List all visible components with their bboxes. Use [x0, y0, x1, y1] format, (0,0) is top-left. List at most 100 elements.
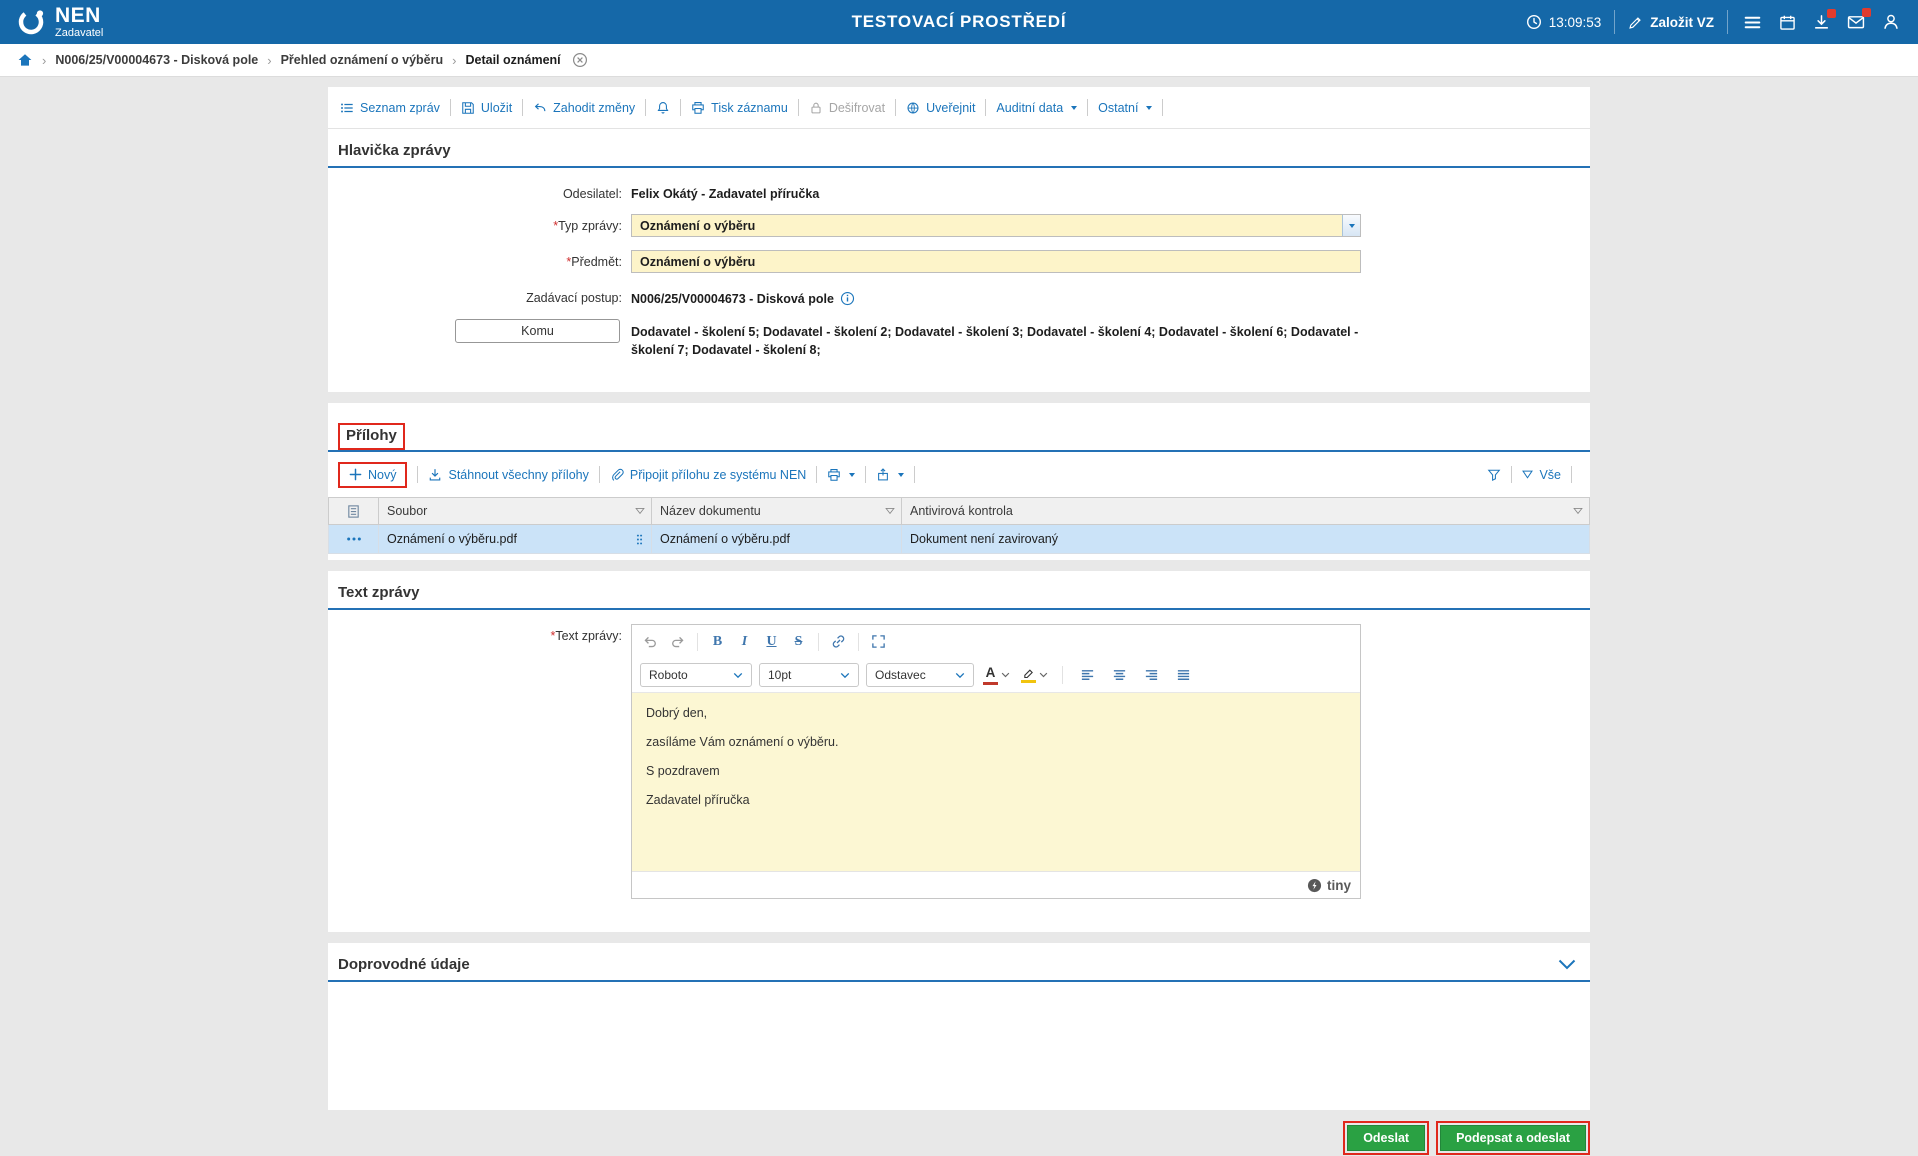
- auditni-data-button[interactable]: Auditní data: [994, 101, 1079, 115]
- section-title: Hlavička zprávy: [338, 142, 451, 159]
- messages-button[interactable]: [1845, 8, 1871, 33]
- bell-icon: [657, 101, 669, 114]
- watch-bell-button[interactable]: [654, 101, 672, 115]
- text-color-button[interactable]: A: [981, 664, 1012, 687]
- row-menu-icon[interactable]: [346, 536, 362, 542]
- block-format-select[interactable]: Odstavec: [866, 663, 974, 688]
- zadavaci-postup-label: Zadávací postup:: [526, 291, 622, 305]
- toolbar-separator: [1087, 99, 1089, 116]
- font-size-select[interactable]: 10pt: [759, 663, 859, 688]
- align-left-button[interactable]: [1075, 663, 1100, 688]
- column-header-antivirova-kontrola[interactable]: Antivirová kontrola: [901, 497, 1590, 526]
- calendar-icon: [1780, 15, 1795, 30]
- zahodit-zmeny-button[interactable]: Zahodit změny: [531, 101, 637, 115]
- toolbar-separator: [816, 466, 818, 484]
- column-header-nazev-dokumentu[interactable]: Název dokumentu: [651, 497, 902, 526]
- tisk-zaznamu-button[interactable]: Tisk záznamu: [689, 101, 790, 115]
- filter-button[interactable]: [1485, 468, 1503, 482]
- export-attachments-button[interactable]: [874, 468, 906, 482]
- editor-separator: [818, 632, 819, 651]
- attachment-row[interactable]: Oznámení o výběru.pdf Oznámení o výběru.…: [328, 524, 1590, 555]
- font-family-select[interactable]: Roboto: [640, 663, 752, 688]
- close-detail-button[interactable]: [572, 52, 588, 68]
- podepsat-a-odeslat-button[interactable]: Podepsat a odeslat: [1440, 1125, 1586, 1152]
- filter-vse-button[interactable]: Vše: [1520, 468, 1563, 482]
- strikethrough-button[interactable]: S: [786, 629, 811, 654]
- predmet-label: *Předmět:: [566, 255, 622, 269]
- attachments-toolbar: Nový Stáhnout všechny přílohy Připojit p…: [328, 452, 1590, 497]
- editor-content-area[interactable]: Dobrý den, zasíláme Vám oznámení o výběr…: [632, 693, 1360, 872]
- attachment-file-name: Oznámení o výběru.pdf: [387, 532, 517, 547]
- create-vz-label: Založit VZ: [1650, 14, 1714, 30]
- create-vz-button[interactable]: Založit VZ: [1628, 15, 1714, 30]
- align-center-button[interactable]: [1107, 663, 1132, 688]
- column-header-soubor[interactable]: Soubor: [378, 497, 652, 526]
- section-header-doprovodne: Doprovodné údaje: [328, 943, 1590, 983]
- drag-handle-icon[interactable]: [636, 533, 643, 546]
- uverejnit-button[interactable]: Uveřejnit: [904, 101, 977, 115]
- fullscreen-button[interactable]: [866, 629, 891, 654]
- plus-icon: [349, 468, 362, 481]
- italic-button[interactable]: I: [732, 629, 757, 654]
- toolbar-separator: [598, 466, 600, 484]
- pripojit-prilohu-button[interactable]: Připojit přílohu ze systému NEN: [608, 468, 808, 482]
- toolbar-separator: [914, 466, 916, 484]
- typ-zpravy-select[interactable]: Oznámení o výběru: [631, 214, 1361, 237]
- print-attachments-button[interactable]: [825, 468, 857, 482]
- nen-home-link[interactable]: NEN Zadavatel: [16, 5, 103, 39]
- server-time: 13:09:53: [1526, 14, 1601, 30]
- breadcrumb-separator: ›: [42, 52, 47, 68]
- caret-down-icon: [1071, 105, 1078, 110]
- odeslat-button[interactable]: Odeslat: [1347, 1125, 1426, 1152]
- breadcrumb-item-overview[interactable]: Přehled oznámení o výběru: [281, 53, 444, 67]
- filter-all-icon: [1522, 470, 1534, 479]
- user-button[interactable]: [1880, 11, 1902, 33]
- form-row-odesilatel: Odesilatel: Felix Okátý - Zadavatel přír…: [328, 182, 1590, 201]
- editor-toolbar-row-1: B I U S: [632, 625, 1360, 658]
- attachments-table-header-row: Soubor Název dokumentu Antivirová kontro…: [328, 497, 1590, 526]
- home-button[interactable]: [17, 52, 33, 68]
- export-icon: [878, 468, 889, 481]
- align-justify-button[interactable]: [1171, 663, 1196, 688]
- insert-link-button[interactable]: [826, 629, 851, 654]
- ulozit-button[interactable]: Uložit: [459, 101, 514, 115]
- column-filter-icon[interactable]: [635, 508, 645, 515]
- underline-icon: U: [766, 633, 777, 649]
- toolbar-separator: [417, 466, 419, 484]
- calendar-button[interactable]: [1777, 12, 1798, 33]
- stahnout-vsechny-prilohy-button[interactable]: Stáhnout všechny přílohy: [426, 468, 590, 482]
- undo-button[interactable]: [638, 629, 663, 654]
- underline-button[interactable]: U: [759, 629, 784, 654]
- messages-notification-badge: [1862, 8, 1871, 17]
- komu-button[interactable]: Komu: [455, 319, 620, 343]
- tiny-brand-label: tiny: [1326, 877, 1351, 893]
- column-filter-icon[interactable]: [1573, 508, 1583, 515]
- download-all-icon: [430, 468, 441, 481]
- select-arrow-button[interactable]: [1342, 215, 1360, 236]
- seznam-zprav-button[interactable]: Seznam zpráv: [338, 101, 442, 115]
- redo-button[interactable]: [665, 629, 690, 654]
- info-icon[interactable]: [840, 291, 855, 306]
- bold-button[interactable]: B: [705, 629, 730, 654]
- save-icon: [462, 101, 474, 114]
- column-settings-icon: [348, 505, 359, 518]
- brand-role: Zadavatel: [55, 27, 104, 39]
- editor-toolbar-row-2: Roboto 10pt Odstavec A: [632, 658, 1360, 694]
- predmet-input[interactable]: [631, 250, 1361, 273]
- chevron-down-icon: [1348, 223, 1355, 228]
- toolbar-separator: [1571, 466, 1572, 484]
- align-right-button[interactable]: [1139, 663, 1164, 688]
- ostatni-button[interactable]: Ostatní: [1096, 101, 1154, 115]
- form-row-zadavaci-postup: Zadávací postup: N006/25/V00004673 - Dis…: [328, 286, 1590, 306]
- breadcrumb-item-procedure[interactable]: N006/25/V00004673 - Disková pole: [55, 53, 258, 67]
- column-filter-icon[interactable]: [885, 508, 895, 515]
- highlight-color-button[interactable]: [1019, 665, 1050, 685]
- novy-button[interactable]: Nový: [338, 461, 408, 488]
- odesilatel-label: Odesilatel:: [562, 187, 622, 201]
- main-menu-button[interactable]: [1741, 11, 1764, 34]
- column-settings-header[interactable]: [328, 497, 379, 526]
- desifrovat-button: Dešifrovat: [807, 101, 887, 115]
- downloads-button[interactable]: [1811, 8, 1836, 33]
- section-collapse-button[interactable]: [1554, 959, 1580, 970]
- nen-logo-icon: [18, 9, 44, 35]
